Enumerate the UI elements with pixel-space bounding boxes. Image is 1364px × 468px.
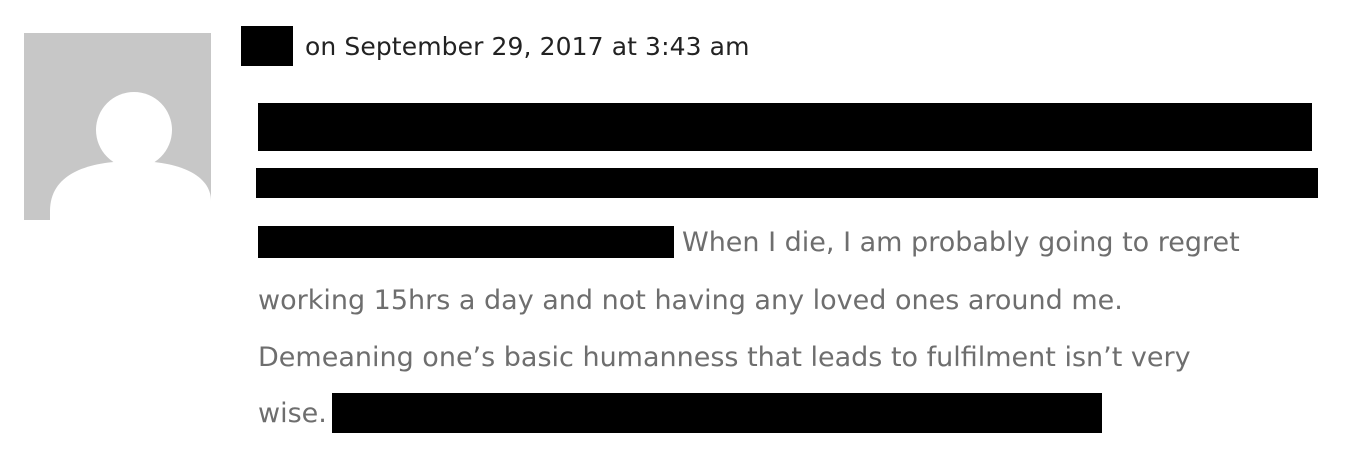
redaction-bar [256,168,1318,198]
default-avatar-icon [50,92,211,220]
redaction-bar [258,103,1312,151]
comment-text-line: Demeaning one’s basic humanness that lea… [258,342,1191,373]
avatar [24,33,211,220]
redaction-bar [258,226,674,258]
comment-text-line: working 15hrs a day and not having any l… [258,285,1123,316]
redaction-bar [332,393,1102,433]
comment-text-line: wise. [258,398,327,429]
comment-text-line: When I die, I am probably going to regre… [682,227,1240,258]
comment-body: When I die, I am probably going to regre… [256,0,1338,468]
